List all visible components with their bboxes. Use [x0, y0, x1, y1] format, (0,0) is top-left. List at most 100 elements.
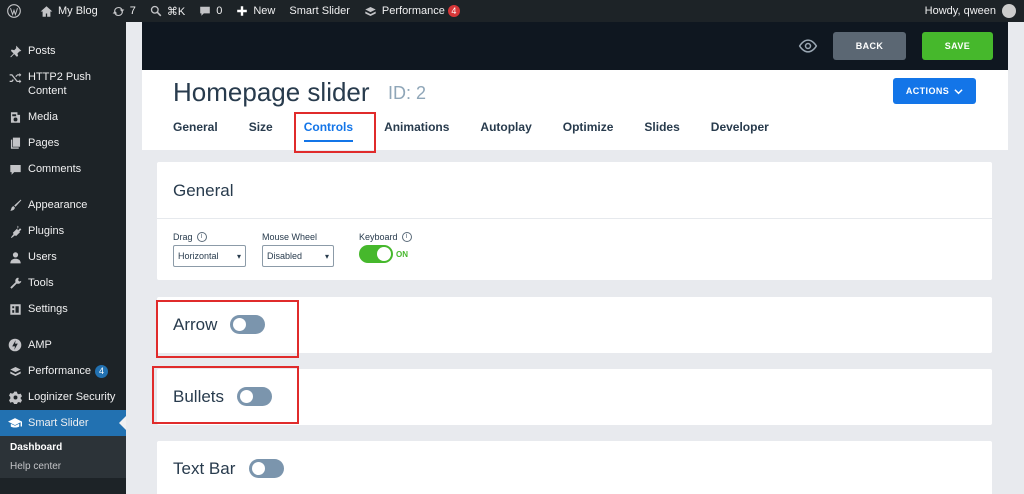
tab-animations[interactable]: Animations [384, 120, 449, 142]
comments-link[interactable]: 0 [192, 0, 229, 22]
performance-link[interactable]: Performance 4 [357, 0, 467, 22]
sidebar-item-posts[interactable]: Posts [0, 38, 126, 64]
submenu-dashboard[interactable]: Dashboard [0, 438, 126, 457]
bullets-toggle[interactable] [237, 387, 272, 406]
keyboard-toggle-state: ON [396, 249, 408, 259]
brush-icon [8, 198, 22, 212]
sidebar-item-performance[interactable]: Performance 4 [0, 358, 126, 384]
arrow-toggle[interactable] [230, 315, 265, 334]
sidebar-item-label: Plugins [28, 225, 65, 237]
site-name-label: My Blog [58, 5, 98, 17]
updates-count: 7 [129, 5, 136, 17]
chevron-down-icon: ▾ [236, 251, 241, 261]
tab-optimize[interactable]: Optimize [563, 120, 614, 142]
search-link[interactable]: ⌘K [143, 0, 192, 22]
sidebar-item-appearance[interactable]: Appearance [0, 192, 126, 218]
text-bar-toggle[interactable] [249, 459, 284, 478]
sidebar-item-smart-slider[interactable]: Smart Slider [0, 410, 126, 436]
performance-icon [8, 364, 22, 378]
howdy-label: Howdy, qween [924, 5, 996, 17]
wordpress-logo-button[interactable] [0, 0, 33, 22]
info-icon[interactable]: i [401, 232, 412, 242]
search-icon [150, 5, 162, 17]
pin-icon [8, 44, 22, 58]
save-button[interactable]: SAVE [922, 32, 993, 60]
keyboard-toggle[interactable]: ON [359, 245, 412, 263]
active-indicator [119, 416, 126, 430]
bullets-title: Bullets [173, 387, 225, 406]
general-card: General Drag i Horizontal ▾ Mouse Wheel Di… [157, 162, 992, 280]
performance-label: Performance [381, 5, 445, 17]
tab-size[interactable]: Size [249, 120, 273, 142]
user-icon [8, 250, 22, 264]
plug-icon [8, 224, 22, 238]
sidebar-item-media[interactable]: Media [0, 104, 126, 130]
new-content-link[interactable]: New [229, 0, 282, 22]
account-menu[interactable]: Howdy, qween [925, 4, 1024, 18]
general-card-title: General [173, 181, 234, 200]
submenu-help-center[interactable]: Help center [0, 457, 126, 476]
mouse-wheel-select[interactable]: Disabled ▾ [262, 245, 334, 267]
sidebar-item-label: Posts [28, 45, 56, 57]
sidebar-item-label: AMP [28, 339, 52, 351]
sidebar-item-comments[interactable]: Comments [0, 156, 126, 182]
text-bar-title: Text Bar [173, 459, 236, 478]
actions-label: ACTIONS [905, 86, 950, 96]
refresh-icon [112, 6, 125, 16]
settings-icon [8, 302, 22, 316]
mouse-wheel-value: Disabled [267, 251, 303, 261]
tab-general[interactable]: General [173, 120, 218, 142]
site-name-link[interactable]: My Blog [33, 0, 105, 22]
shuffle-icon [8, 70, 22, 84]
sidebar-item-http2-push[interactable]: HTTP2 Push Content [0, 64, 126, 104]
drag-label: Drag [173, 232, 193, 242]
divider [157, 218, 992, 219]
sidebar-item-label: Pages [28, 137, 60, 149]
arrow-title: Arrow [173, 315, 218, 334]
bullets-card: Bullets [157, 369, 992, 425]
tab-slides[interactable]: Slides [644, 120, 679, 142]
tab-controls[interactable]: Controls [303, 120, 354, 142]
sidebar-item-loginizer[interactable]: Loginizer Security [0, 384, 126, 410]
smart-slider-submenu: Dashboard Help center [0, 436, 126, 478]
smart-slider-link[interactable]: Smart Slider [282, 0, 357, 22]
sidebar-item-label: Smart Slider [28, 417, 89, 429]
wrench-icon [8, 276, 22, 290]
mouse-wheel-field: Mouse Wheel Disabled ▾ [262, 232, 334, 267]
page-title: Homepage slider [173, 77, 370, 107]
tab-developer[interactable]: Developer [711, 120, 769, 142]
sidebar-item-plugins[interactable]: Plugins [0, 218, 126, 244]
tab-bar: General Size Controls Animations Autopla… [173, 120, 800, 142]
sidebar-item-label: Loginizer Security [28, 391, 116, 403]
sidebar-item-label: Users [28, 251, 57, 263]
slider-header: Homepage slider ID: 2 ACTIONS General Si… [142, 70, 1008, 150]
mouse-wheel-label: Mouse Wheel [262, 232, 318, 242]
sidebar-item-settings[interactable]: Settings [0, 296, 126, 322]
admin-sidebar: Posts HTTP2 Push Content Media Pages Com… [0, 22, 126, 494]
sidebar-item-tools[interactable]: Tools [0, 270, 126, 296]
gear-icon [8, 390, 22, 404]
keyboard-field: Keyboard i ON [359, 232, 412, 263]
plus-icon [237, 6, 248, 16]
slider-id: ID: 2 [388, 83, 427, 103]
sidebar-item-label: Settings [28, 303, 68, 315]
actions-button[interactable]: ACTIONS [893, 78, 976, 104]
media-icon [8, 110, 22, 124]
slider-toolbar: BACK SAVE [142, 22, 1008, 70]
back-button[interactable]: BACK [833, 32, 906, 60]
sidebar-item-users[interactable]: Users [0, 244, 126, 270]
drag-select[interactable]: Horizontal ▾ [173, 245, 246, 267]
chevron-down-icon: ▾ [324, 251, 329, 261]
tab-autoplay[interactable]: Autoplay [480, 120, 531, 142]
updates-link[interactable]: 7 [105, 0, 143, 22]
graduation-icon [8, 416, 22, 430]
comments-count: 0 [216, 5, 223, 17]
home-icon [40, 5, 53, 17]
drag-field: Drag i Horizontal ▾ [173, 232, 246, 267]
sidebar-item-label: Comments [28, 163, 82, 175]
avatar [1002, 4, 1016, 18]
sidebar-item-pages[interactable]: Pages [0, 130, 126, 156]
sidebar-item-amp[interactable]: AMP [0, 332, 126, 358]
preview-eye-icon[interactable] [798, 36, 818, 56]
info-icon[interactable]: i [196, 232, 207, 242]
